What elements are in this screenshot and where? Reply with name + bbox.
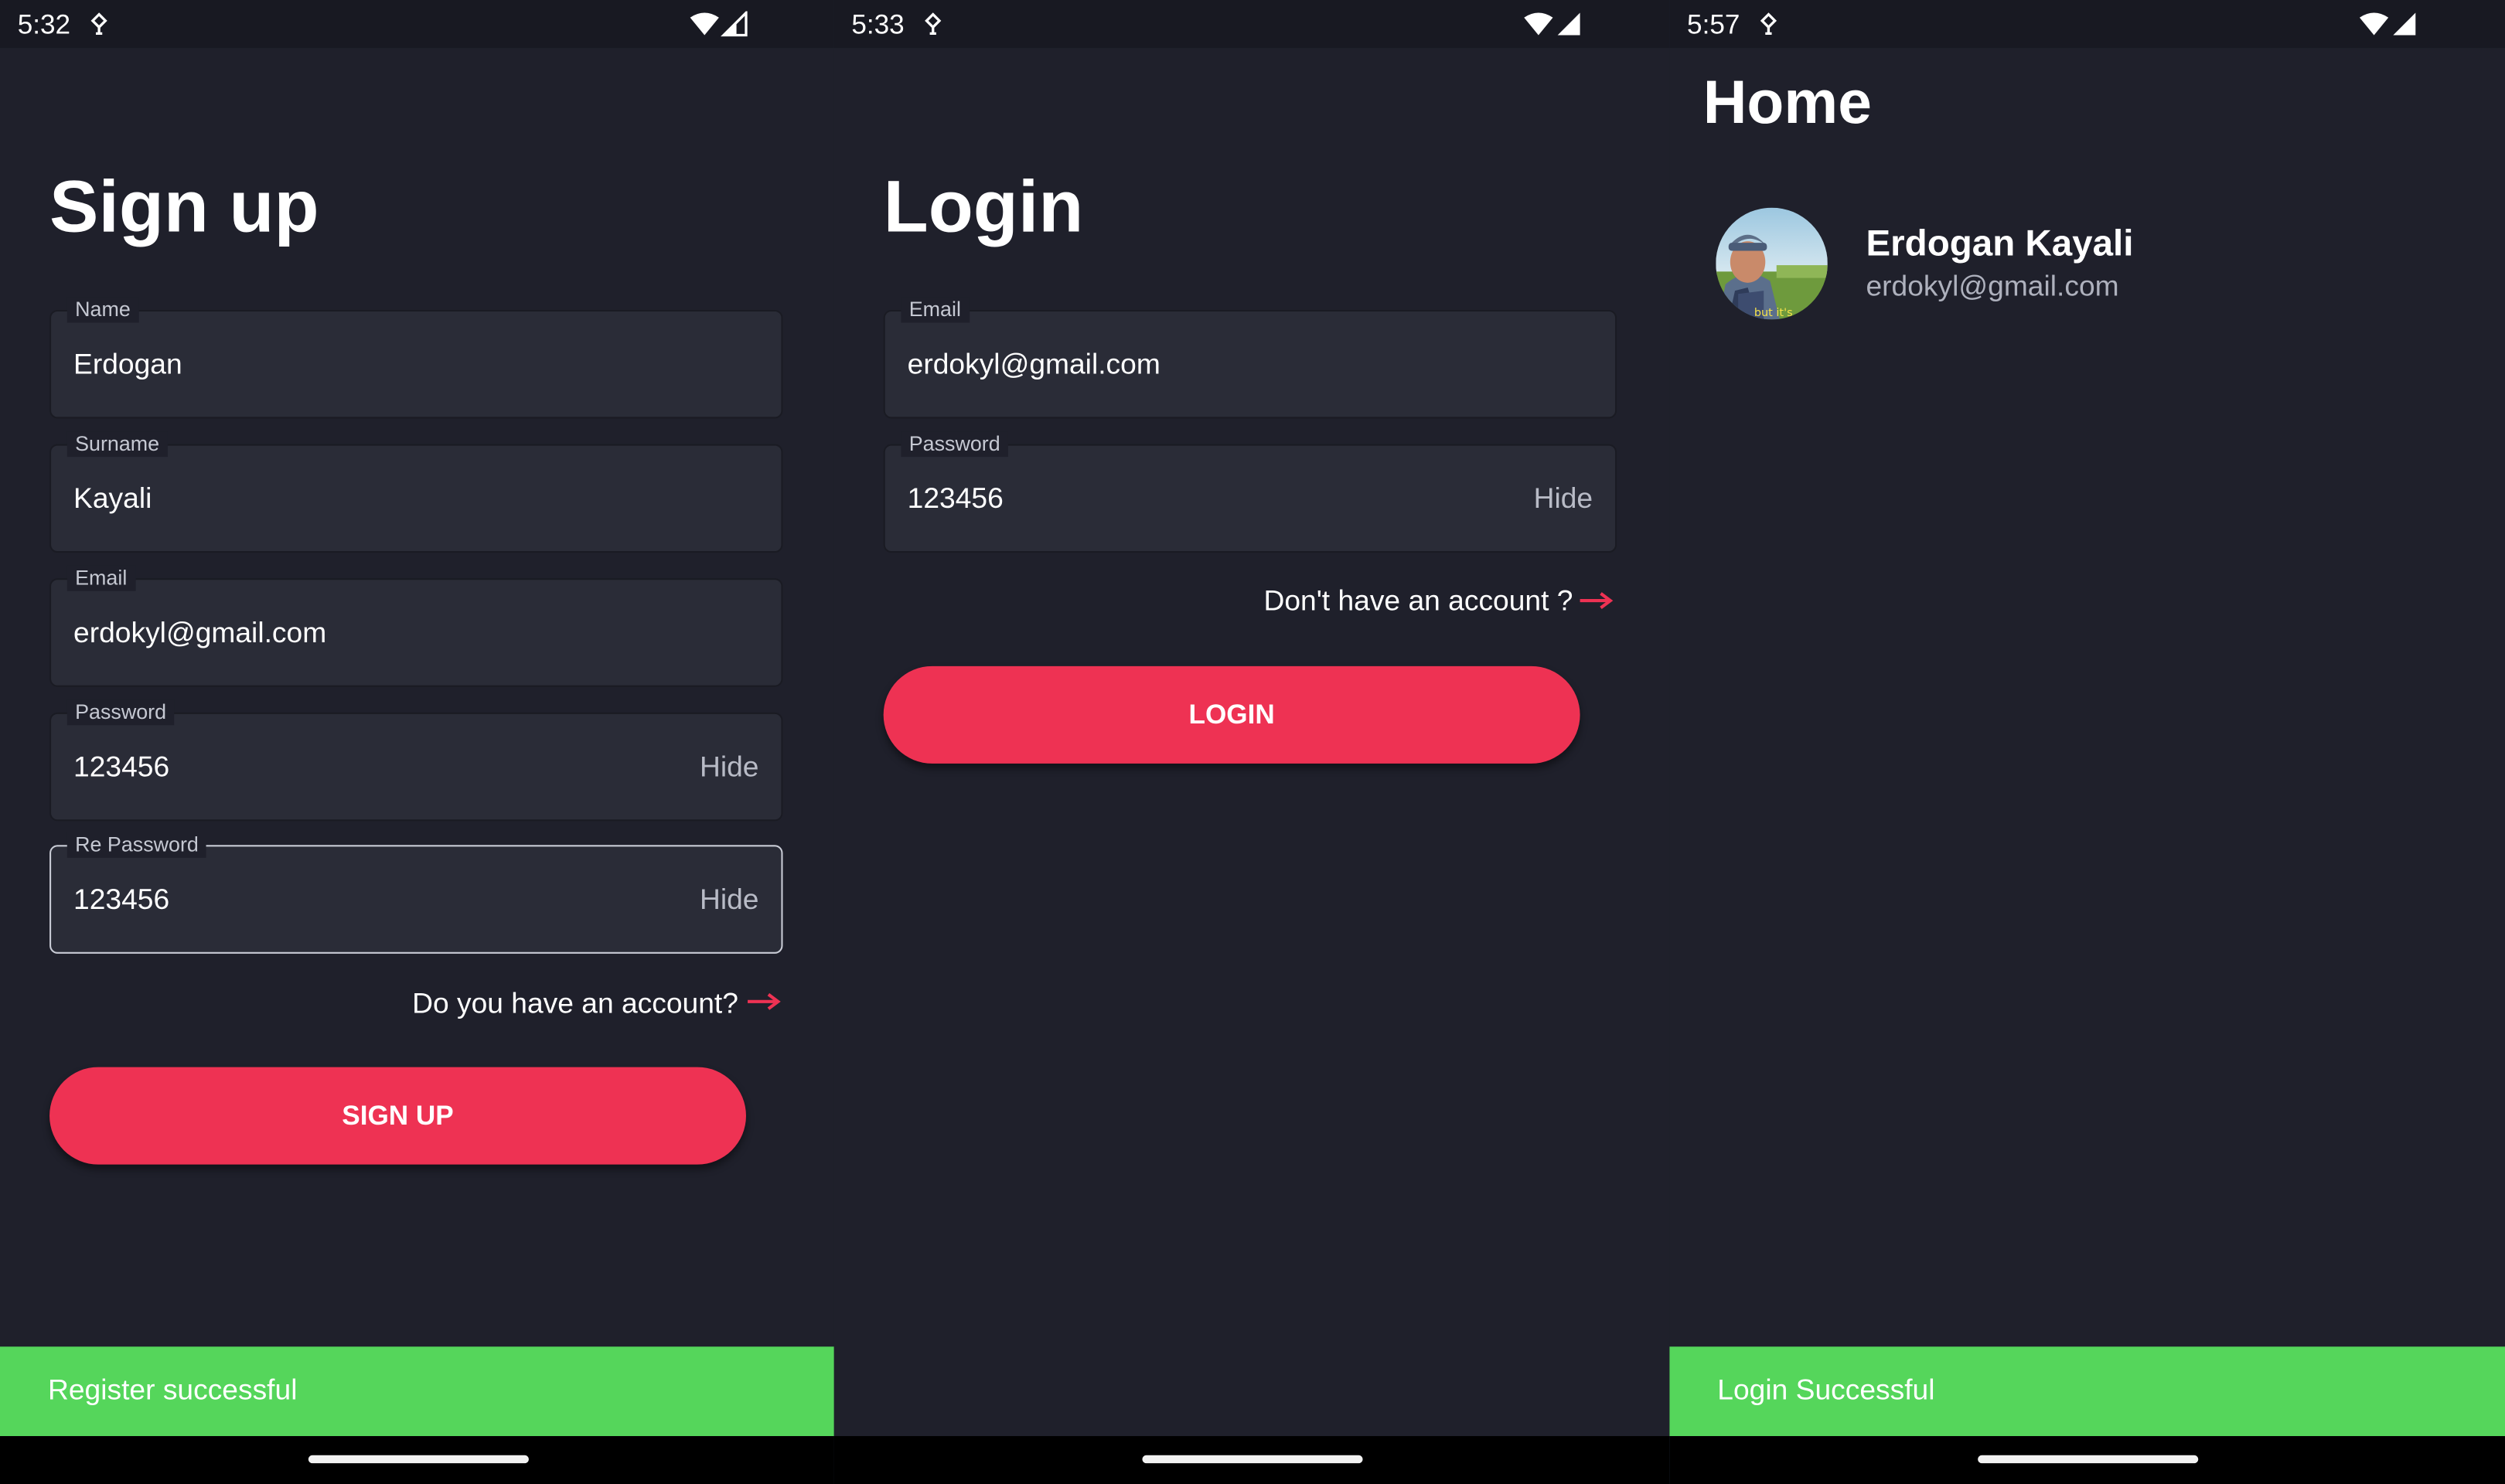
login-button[interactable]: LOGIN [883, 665, 1580, 764]
password-field[interactable]: Password 123456 Hide [883, 431, 1617, 553]
snackbar: Login Successful [1669, 1346, 2505, 1436]
password-hide-toggle[interactable]: Hide [700, 749, 759, 784]
email-field-label: Email [901, 297, 970, 323]
have-account-link[interactable]: Do you have an account? [412, 987, 738, 1020]
surname-field-label: Surname [66, 431, 168, 458]
arrow-right-icon[interactable] [746, 992, 781, 1011]
repassword-field-value: 123456 [73, 883, 170, 916]
arrow-right-icon[interactable] [1579, 591, 1614, 611]
stage: 5:32 Sign up Name Erdogan Surname Kayali… [0, 0, 2505, 1484]
snackbar: Register successful [0, 1346, 836, 1436]
home-indicator[interactable] [308, 1455, 529, 1464]
snackbar-message: Register successful [47, 1373, 298, 1406]
email-field[interactable]: Email erdokyl@gmail.com [883, 297, 1617, 419]
wifi-icon [2359, 12, 2389, 36]
surname-field-value: Kayali [73, 482, 152, 515]
page-title: Home [1702, 70, 1872, 138]
user-photo: but it's [1716, 207, 1828, 320]
no-account-link[interactable]: Don't have an account ? [1263, 584, 1573, 618]
password-field[interactable]: Password 123456 Hide [49, 699, 783, 822]
wifi-icon [690, 12, 719, 36]
status-time: 5:33 [851, 9, 905, 40]
login-screen: 5:33 Login Email erdokyl@gmail.com Passw… [833, 0, 1670, 1484]
status-bar: 5:33 [833, 0, 1670, 49]
status-time: 5:57 [1687, 9, 1740, 40]
cell-signal-icon [1557, 12, 1580, 36]
user-name: Erdogan Kayali [1866, 222, 2134, 264]
status-time: 5:32 [17, 9, 71, 40]
navigation-bar [1669, 1435, 2505, 1484]
password-field-value: 123456 [73, 751, 170, 783]
email-field[interactable]: Email erdokyl@gmail.com [49, 565, 783, 687]
home-indicator[interactable] [1978, 1455, 2199, 1464]
email-field-label: Email [66, 565, 135, 591]
sign-up-button[interactable]: SIGN UP [49, 1067, 746, 1165]
page-title: Login [883, 164, 1084, 248]
password-field-label: Password [66, 699, 175, 726]
vpn-key-icon [925, 12, 942, 36]
cell-signal-icon [2393, 12, 2416, 36]
name-field-label: Name [66, 297, 139, 323]
page-title: Sign up [49, 164, 319, 248]
wifi-signal-icons [2359, 12, 2416, 36]
avatar: but it's [1716, 207, 1828, 320]
name-field[interactable]: Name Erdogan [49, 297, 783, 419]
wifi-signal-icons [690, 11, 748, 37]
navigation-bar [0, 1435, 836, 1484]
password-field-value: 123456 [907, 482, 1004, 515]
vpn-key-icon [1760, 12, 1777, 36]
snackbar-message: Login Successful [1717, 1373, 1935, 1406]
wifi-signal-icons [1524, 12, 1580, 36]
status-bar: 5:57 [1669, 0, 2505, 49]
wifi-icon [1524, 12, 1553, 36]
navigation-bar [833, 1435, 1670, 1484]
email-field-value: erdokyl@gmail.com [907, 348, 1160, 380]
signup-screen: 5:32 Sign up Name Erdogan Surname Kayali… [0, 0, 836, 1484]
home-indicator[interactable] [1142, 1455, 1363, 1464]
email-field-value: erdokyl@gmail.com [73, 616, 327, 649]
repassword-field[interactable]: Re Password 123456 Hide [49, 832, 783, 954]
password-hide-toggle[interactable]: Hide [1534, 481, 1593, 516]
password-field-label: Password [901, 431, 1009, 458]
repassword-hide-toggle[interactable]: Hide [700, 882, 759, 917]
status-bar: 5:32 [0, 0, 836, 49]
vpn-key-icon [90, 12, 107, 36]
surname-field[interactable]: Surname Kayali [49, 431, 783, 553]
repassword-field-label: Re Password [66, 832, 207, 858]
name-field-value: Erdogan [73, 348, 182, 380]
user-email: erdokyl@gmail.com [1866, 270, 2119, 302]
